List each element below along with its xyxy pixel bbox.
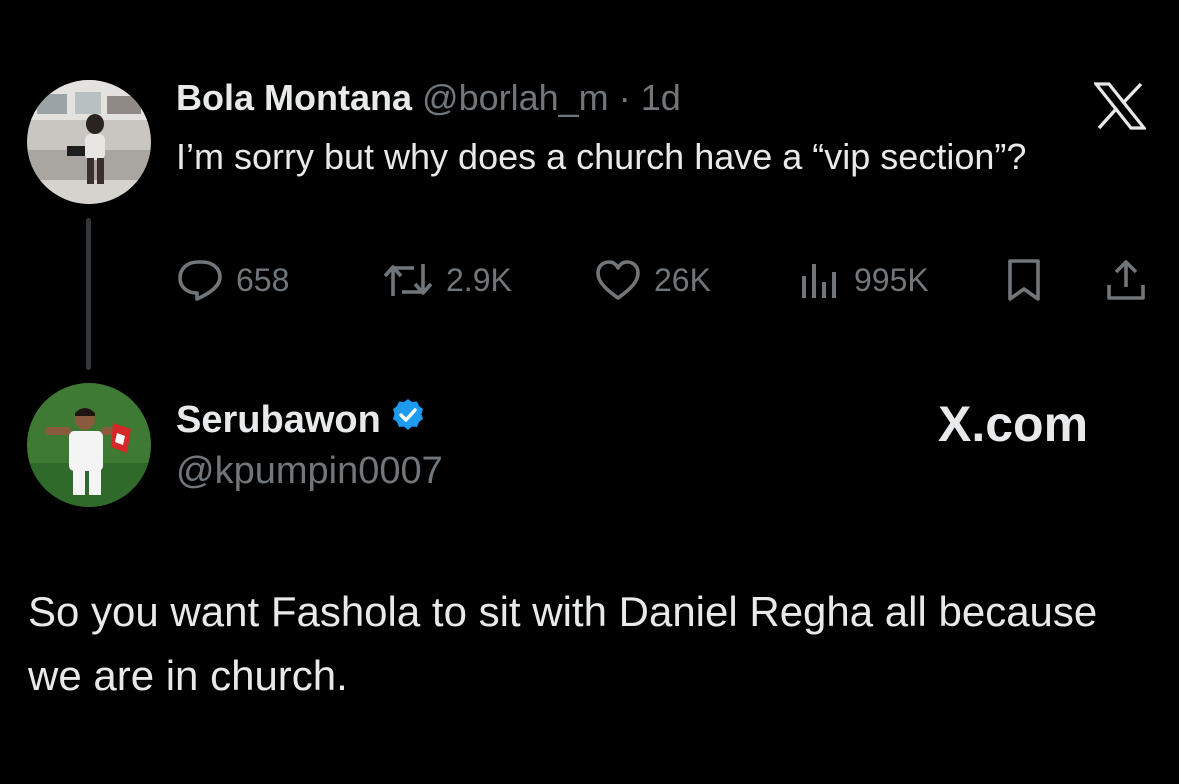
like-button[interactable]: 26K (594, 254, 711, 306)
parent-author-handle[interactable]: @borlah_m (422, 77, 609, 118)
reply-author-row: Serubawon (176, 396, 425, 444)
parent-tweet-header: Bola Montana @borlah_m · 1d (176, 76, 681, 120)
share-icon (1104, 257, 1148, 303)
like-count: 26K (654, 261, 711, 298)
views-icon (798, 258, 842, 302)
repost-button[interactable]: 2.9K (382, 254, 512, 306)
thread-connector-line (86, 218, 91, 370)
parent-tweet-actions: 658 2.9K 26K 995K (176, 254, 1156, 306)
like-icon (594, 258, 642, 302)
share-button[interactable] (1104, 254, 1148, 306)
bookmark-icon (1004, 257, 1044, 303)
reply-tweet-text: So you want Fashola to sit with Daniel R… (28, 588, 1098, 699)
x-logo-icon (1092, 82, 1148, 130)
views-button[interactable]: 995K (798, 254, 929, 306)
xcom-watermark: X.com (938, 396, 1089, 452)
verified-badge-icon (391, 396, 425, 444)
parent-tweet-text: I’m sorry but why does a church have a “… (176, 136, 1027, 177)
parent-author-avatar[interactable] (27, 80, 151, 204)
header-separator: · (618, 77, 631, 118)
reply-count: 658 (236, 261, 290, 298)
reply-icon (176, 258, 224, 302)
parent-author-name[interactable]: Bola Montana (176, 77, 412, 118)
repost-count: 2.9K (446, 261, 512, 298)
repost-icon (382, 258, 434, 302)
reply-author-handle[interactable]: @kpumpin0007 (176, 448, 443, 494)
parent-tweet-time[interactable]: 1d (641, 77, 681, 118)
bookmark-button[interactable] (1004, 254, 1044, 306)
reply-author-name[interactable]: Serubawon (176, 396, 381, 444)
reply-author-avatar[interactable] (27, 383, 151, 507)
reply-button[interactable]: 658 (176, 254, 289, 306)
views-count: 995K (854, 261, 929, 298)
